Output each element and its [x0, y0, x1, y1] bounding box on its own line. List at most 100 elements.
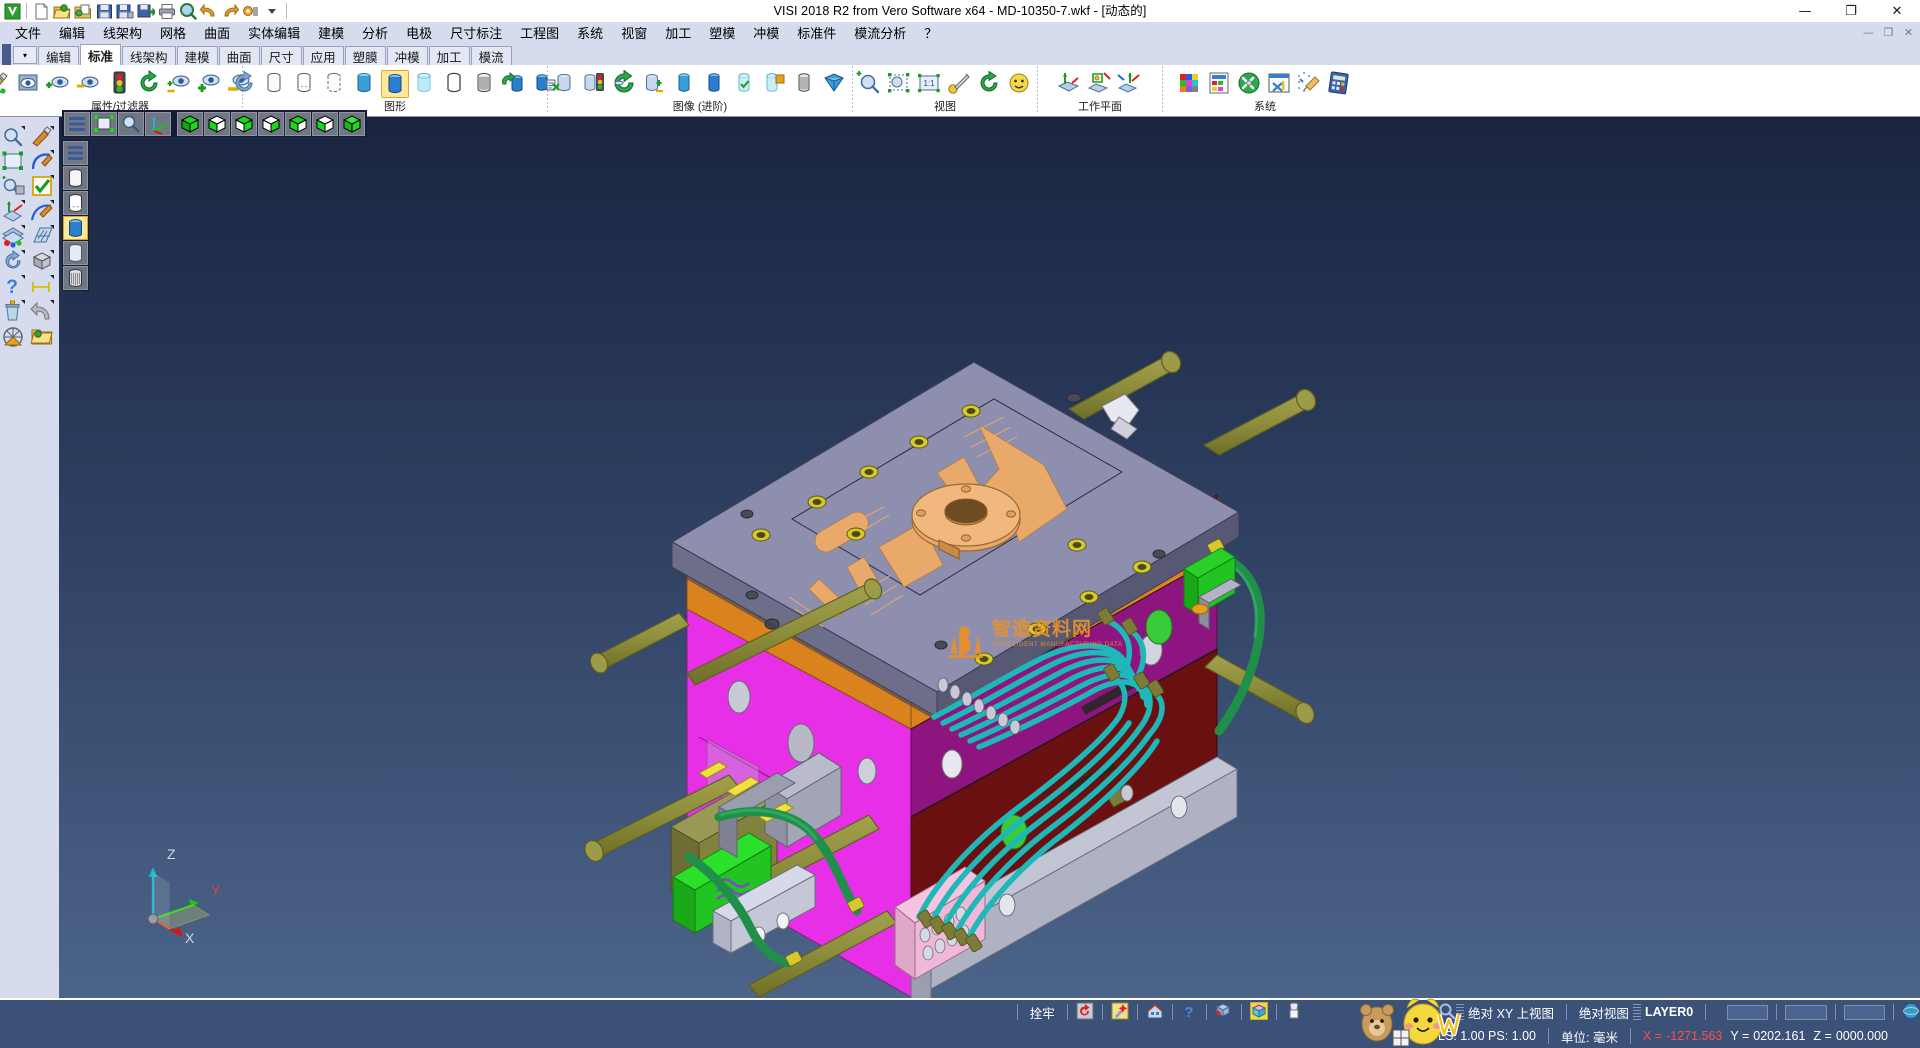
axis-workplane-icon[interactable] — [145, 112, 171, 136]
menu-item-mesh[interactable]: 网格 — [151, 23, 195, 44]
zoom-tool-icon[interactable] — [1, 125, 28, 150]
minimize-button[interactable]: — — [1782, 0, 1828, 22]
open-file-icon[interactable] — [52, 1, 72, 21]
entity-snap-icon[interactable] — [1285, 1002, 1303, 1022]
view-type-label[interactable]: 绝对视图 — [1575, 1003, 1633, 1022]
view-shaded-iso-icon[interactable] — [339, 112, 365, 136]
workplane-move-icon[interactable] — [1116, 70, 1144, 98]
zoom-select-icon[interactable] — [1, 175, 28, 200]
tab-standard[interactable]: 标准 — [80, 44, 121, 65]
refresh-view-icon[interactable] — [136, 70, 164, 98]
menu-item-surface[interactable]: 曲面 — [195, 23, 239, 44]
visi-logo-icon[interactable] — [2, 1, 22, 21]
snap-settings-icon[interactable] — [1296, 70, 1324, 98]
undo-icon[interactable] — [199, 1, 219, 21]
save-icon[interactable] — [94, 1, 114, 21]
outline-icon[interactable] — [441, 70, 469, 98]
layer-list-icon[interactable] — [63, 141, 88, 165]
solid-snap-icon[interactable] — [1250, 1002, 1268, 1022]
show-entities-icon[interactable] — [46, 70, 74, 98]
view-top-icon[interactable] — [231, 112, 257, 136]
menu-item-machining[interactable]: 加工 — [656, 23, 700, 44]
hide-entities-icon[interactable] — [76, 70, 104, 98]
solid-shade-2-icon[interactable] — [701, 70, 729, 98]
wireframe-icon[interactable] — [261, 70, 289, 98]
zoom-fit-icon[interactable]: 1:1 — [916, 70, 944, 98]
edit-attributes-icon[interactable] — [0, 70, 14, 98]
draw-arc-icon[interactable] — [30, 150, 57, 175]
open-folder-icon[interactable] — [30, 325, 57, 350]
view-iso-front-icon[interactable] — [177, 112, 203, 136]
layer-manager-icon[interactable] — [1206, 70, 1234, 98]
mdi-restore-button[interactable]: ❐ — [1879, 24, 1898, 41]
solid-box-icon[interactable] — [30, 250, 57, 275]
menu-item-edit[interactable]: 编辑 — [50, 23, 94, 44]
tab-progress[interactable]: 冲模 — [387, 46, 428, 65]
edit-curve-icon[interactable] — [30, 200, 57, 225]
menu-item-solid-edit[interactable]: 实体编辑 — [239, 23, 309, 44]
mesh-mode-icon[interactable] — [63, 266, 88, 290]
menu-item-drawing[interactable]: 工程图 — [511, 23, 568, 44]
menu-item-electrode[interactable]: 电极 — [397, 23, 441, 44]
hidden-line-mode-icon[interactable] — [63, 191, 88, 215]
regenerate-tool-icon[interactable] — [1, 250, 28, 275]
menu-item-file[interactable]: 文件 — [6, 23, 50, 44]
hidden-line-icon[interactable] — [291, 70, 319, 98]
filter-traffic-light-icon[interactable] — [106, 70, 134, 98]
clip-plane-icon[interactable] — [641, 70, 669, 98]
shaded-mode-icon[interactable] — [63, 216, 88, 240]
regen-icon[interactable] — [231, 70, 259, 98]
dynamic-rotate-icon[interactable] — [611, 70, 639, 98]
shaded-edges-icon[interactable] — [351, 70, 379, 98]
preferences-icon[interactable] — [1236, 70, 1264, 98]
tab-flow[interactable]: 模流 — [471, 46, 512, 65]
cad-viewport[interactable]: 智造资料网 INTELLIGENT MANUFACTURING DATA Z Y… — [59, 117, 1920, 998]
shaded-icon[interactable] — [381, 70, 409, 98]
pan-icon[interactable] — [946, 70, 974, 98]
transparent-icon[interactable] — [411, 70, 439, 98]
print-icon[interactable] — [157, 1, 177, 21]
home-snap-icon[interactable] — [1146, 1002, 1164, 1022]
open-project-icon[interactable] — [73, 1, 93, 21]
mesh-view-icon[interactable] — [791, 70, 819, 98]
view-attributes-icon[interactable] — [16, 70, 44, 98]
view-wire-box-icon[interactable] — [204, 112, 230, 136]
sketch-icon[interactable] — [471, 70, 499, 98]
settings-icon[interactable] — [241, 1, 261, 21]
menu-item-system[interactable]: 系统 — [568, 23, 612, 44]
color-swatch-2[interactable] — [1785, 1005, 1827, 1020]
redo-icon[interactable] — [220, 1, 240, 21]
rotate-view-icon[interactable] — [976, 70, 1004, 98]
config-tools-icon[interactable] — [1266, 70, 1294, 98]
tab-surface[interactable]: 曲面 — [219, 46, 260, 65]
close-button[interactable]: ✕ — [1874, 0, 1920, 22]
view-face-icon[interactable] — [1006, 70, 1034, 98]
menu-item-analysis[interactable]: 分析 — [353, 23, 397, 44]
confirm-check-icon[interactable] — [30, 175, 57, 200]
customize-dropdown-icon[interactable] — [262, 1, 282, 21]
menu-item-progress[interactable]: 冲模 — [744, 23, 788, 44]
list-view-icon[interactable] — [64, 112, 90, 136]
hidden-line-dashed-icon[interactable] — [321, 70, 349, 98]
tab-wireframe[interactable]: 线架构 — [122, 46, 176, 65]
snap-toggle-icon[interactable] — [1076, 1002, 1094, 1022]
tab-edit[interactable]: 编辑 — [38, 46, 79, 65]
save-as-icon[interactable] — [115, 1, 135, 21]
transparency-2-icon[interactable] — [761, 70, 789, 98]
view-left-icon[interactable] — [258, 112, 284, 136]
gem-view-icon[interactable] — [821, 70, 849, 98]
help-snap-icon[interactable]: ? — [1180, 1002, 1198, 1022]
traffic-light-filter-icon[interactable] — [581, 70, 609, 98]
calculator-icon[interactable] — [1326, 70, 1354, 98]
workplane-tool-icon[interactable] — [1, 200, 28, 225]
maximize-button[interactable]: ❐ — [1828, 0, 1874, 22]
print-preview-icon[interactable] — [178, 1, 198, 21]
workplane-align-icon[interactable] — [1086, 70, 1114, 98]
grid-tool-icon[interactable] — [30, 225, 57, 250]
workplane-define-icon[interactable] — [1056, 70, 1084, 98]
delete-tool-icon[interactable] — [1, 300, 28, 325]
tab-mould[interactable]: 塑膜 — [345, 46, 386, 65]
render-tool-icon[interactable] — [1, 325, 28, 350]
fit-window-icon[interactable] — [91, 112, 117, 136]
save-all-icon[interactable] — [136, 1, 156, 21]
